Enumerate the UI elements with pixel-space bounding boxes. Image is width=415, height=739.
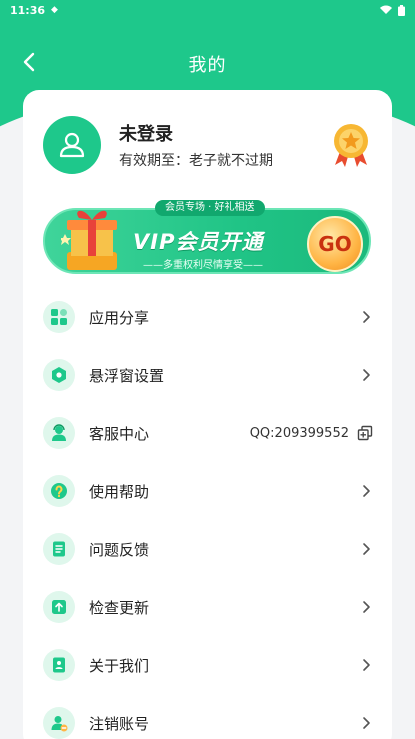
menu-label-help: 使用帮助 (89, 482, 150, 501)
status-time: 11:36 (10, 3, 46, 17)
menu-label-update: 检查更新 (89, 598, 150, 617)
login-status[interactable]: 未登录 (119, 120, 273, 146)
profile-card: 未登录 有效期至：老子就不过期 会员专场 · 好礼相送 VIP会员开通 ——多重… (23, 90, 392, 739)
medal-icon (334, 124, 368, 167)
chevron-right-icon (363, 659, 370, 671)
menu-label-customer-service: 客服中心 (89, 424, 150, 443)
share-icon (43, 301, 75, 333)
feedback-icon (43, 533, 75, 565)
qq-number: QQ:209399552 (249, 425, 349, 441)
vip-go-button[interactable]: GO (307, 216, 363, 272)
customer-service-icon (43, 417, 75, 449)
menu-item-help[interactable]: 使用帮助 (43, 462, 373, 520)
menu-item-update[interactable]: 检查更新 (43, 578, 373, 636)
menu-label-about: 关于我们 (89, 656, 150, 675)
wifi-icon (380, 5, 392, 14)
gift-box-icon (61, 210, 117, 270)
copy-icon[interactable] (357, 425, 373, 441)
menu-item-feedback[interactable]: 问题反馈 (43, 520, 373, 578)
vip-title: VIP会员开通 (133, 230, 264, 254)
user-icon (59, 132, 85, 158)
menu-item-cancel-account[interactable]: 注销账号 (43, 694, 373, 739)
chevron-right-icon (363, 601, 370, 613)
title-bar: 我的 (0, 42, 415, 86)
vip-subtitle: ——多重权利尽情享受—— (143, 260, 263, 271)
help-icon (43, 475, 75, 507)
status-bar: 11:36 ◆ (0, 0, 415, 20)
chevron-right-icon (363, 543, 370, 555)
settings-menu: 应用分享 悬浮窗设置 客服中心 QQ:209399552 使用帮助 问题反馈 检… (43, 288, 373, 739)
expire-date: 有效期至：老子就不过期 (119, 153, 273, 169)
menu-label-float-window: 悬浮窗设置 (89, 366, 165, 385)
notification-icon: ◆ (51, 5, 58, 15)
profile-section[interactable]: 未登录 有效期至：老子就不过期 (43, 115, 373, 175)
menu-label-cancel-account: 注销账号 (89, 714, 150, 733)
update-icon (43, 591, 75, 623)
chevron-right-icon (363, 485, 370, 497)
chevron-right-icon (363, 717, 370, 729)
vip-banner[interactable]: 会员专场 · 好礼相送 VIP会员开通 ——多重权利尽情享受—— GO (43, 198, 371, 278)
menu-item-float-window[interactable]: 悬浮窗设置 (43, 346, 373, 404)
cancel-account-icon (43, 707, 75, 739)
chevron-right-icon (363, 369, 370, 381)
menu-label-share: 应用分享 (89, 308, 150, 327)
about-icon (43, 649, 75, 681)
back-arrow-icon[interactable] (18, 50, 42, 74)
avatar[interactable] (43, 116, 101, 174)
float-window-icon (43, 359, 75, 391)
menu-item-customer-service[interactable]: 客服中心 QQ:209399552 (43, 404, 373, 462)
battery-icon (398, 4, 405, 16)
page-title: 我的 (188, 55, 227, 76)
chevron-right-icon (363, 311, 370, 323)
vip-tag: 会员专场 · 好礼相送 (155, 200, 265, 216)
menu-item-about[interactable]: 关于我们 (43, 636, 373, 694)
menu-label-feedback: 问题反馈 (89, 540, 150, 559)
menu-item-share[interactable]: 应用分享 (43, 288, 373, 346)
